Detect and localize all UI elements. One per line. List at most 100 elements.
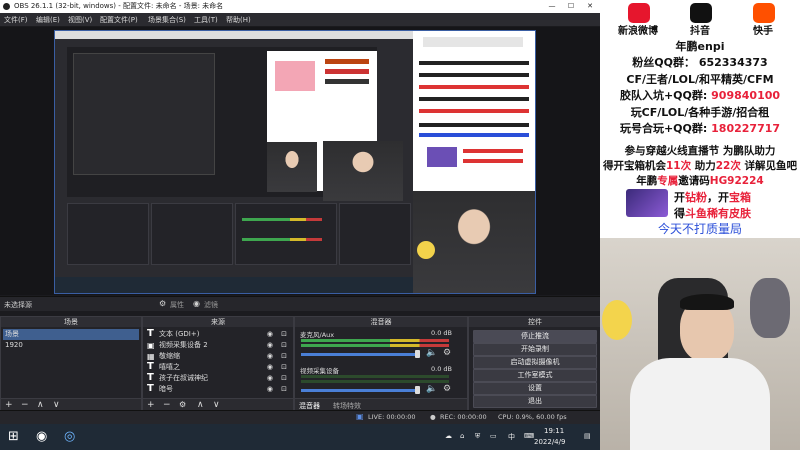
join-number: 909840100 [711,89,781,102]
eye-icon[interactable]: ◉ [267,329,273,340]
settings-button[interactable]: 设置 [473,382,597,395]
nested-webcam-feed [267,142,317,192]
text-source-icon: T [147,383,154,394]
source-item[interactable]: T 嘻嘻之 ◉ ⊡ [145,361,291,373]
notification-icon[interactable]: ▤ [584,432,591,440]
lock-icon[interactable]: ⊡ [281,340,287,351]
source-label: 孩子在叔诫神纪 [159,374,208,382]
kuaishou-label: 快手 [753,26,773,37]
nested-titlebar [55,31,413,39]
windows-start-icon[interactable]: ⊞ [8,429,19,444]
source-label: 文本 (GDI+) [159,330,200,338]
taskbar-date[interactable]: 2022/4/9 [534,438,565,446]
eye-icon[interactable]: ◉ [267,384,273,395]
nested-text-block [325,59,369,64]
ime-indicator[interactable]: 中 [508,432,515,442]
lock-icon[interactable]: ⊡ [281,329,287,340]
volume-slider[interactable] [301,353,419,356]
stop-streaming-button[interactable]: 停止推流 [473,330,597,343]
rec-time: REC: 00:00:00 [440,413,487,421]
menu-edit[interactable]: 编辑(E) [36,15,60,25]
minimize-button[interactable]: — [543,0,561,13]
source-item[interactable]: ▦ 敬缩缩 ◉ ⊡ [145,351,291,362]
source-item[interactable]: ▣ 视频采集设备 2 ◉ ⊡ [145,340,291,351]
promo-highlight: 斗鱼稀有皮肤 [685,207,751,220]
lock-icon[interactable]: ⊡ [281,384,287,395]
volume-meter [301,380,449,383]
scene-item[interactable]: 场景 [3,329,139,340]
start-recording-button[interactable]: 开始录制 [473,343,597,356]
volume-slider-handle[interactable] [415,350,420,358]
preview-canvas[interactable] [54,30,536,294]
exit-button[interactable]: 退出 [473,395,597,408]
source-item[interactable]: T 文本 (GDI+) ◉ ⊡ [145,328,291,340]
event-highlight: 11次 [665,160,692,172]
menu-view[interactable]: 视图(V) [68,15,92,25]
streamer-name: 年鹏enpi [675,40,725,53]
lock-icon[interactable]: ⊡ [281,362,287,373]
channel-name: 视频采集设备 [300,367,339,375]
studio-mode-button[interactable]: 工作室模式 [473,369,597,382]
promo-highlight: 宝箱 [729,191,751,204]
event-text: 详解见鱼吧 [740,160,798,172]
eye-icon[interactable]: ◉ [267,340,273,351]
promo-text: 得 [674,207,685,220]
mirror-logo-image [427,147,457,167]
nested-scenes-dock [67,203,149,265]
source-item[interactable]: T 暗号 ◉ ⊡ [145,383,291,395]
menu-tools[interactable]: 工具(T) [194,15,218,25]
channel-db: 0.0 dB [431,329,452,337]
source-item[interactable]: T 孩子在叔诫神纪 ◉ ⊡ [145,372,291,384]
volume-slider-handle[interactable] [415,386,420,394]
network-icon[interactable]: ▭ [490,432,497,440]
sources-dock: 来源 T 文本 (GDI+) ◉ ⊡ ▣ 视频采集设备 2 ◉ ⊡ ▦ 敬缩缩 … [142,316,294,412]
maximize-button[interactable]: ☐ [562,0,580,13]
speaker-icon[interactable]: 🔈 [426,384,437,394]
scene-item[interactable]: 1920 [3,340,139,351]
volume-meter [301,344,449,347]
event-text: 助力 [691,160,716,172]
pikachu-plush-image [417,241,435,259]
keyboard-icon[interactable]: ⌨ [524,432,534,440]
menu-scene-collection[interactable]: 场景集合(S) [148,15,186,25]
properties-button[interactable]: 属性 [170,300,184,310]
taskbar-time[interactable]: 19:11 [544,427,564,435]
nested-webcam-large [323,141,403,201]
tray-icon[interactable]: ⌂ [460,432,464,440]
menu-file[interactable]: 文件(F) [4,15,28,25]
filters-button[interactable]: 滤镜 [204,300,218,310]
controls-title: 控件 [469,317,601,327]
lock-icon[interactable]: ⊡ [281,373,287,384]
menu-profile[interactable]: 配置文件(P) [100,15,138,25]
scenes-dock: 场景 场景 1920 + − ∧ ∨ [0,316,142,412]
tray-icon[interactable]: ☁ [445,432,452,440]
live-icon: ▣ [356,412,364,421]
games-line: CF/王者/LOL/和平精英/CFM [626,73,774,86]
app-taskbar-icon[interactable]: ◎ [64,429,75,444]
volume-meter [301,375,449,378]
mirror-text-line [419,97,529,101]
gear-icon[interactable]: ⚙ [443,348,451,358]
speaker-icon[interactable]: 🔈 [426,348,437,358]
kuaishou-icon [753,3,775,23]
streamer-shirt-image [630,358,770,450]
lock-icon[interactable]: ⊡ [281,351,287,362]
text-source-icon: T [147,372,154,383]
eye-icon[interactable]: ◉ [267,362,273,373]
obs-logo-icon [3,3,10,10]
gear-icon[interactable]: ⚙ [443,384,451,394]
event-line-2: 得开宝箱机会11次 助力22次 详解见鱼吧 [600,158,800,173]
tray-icon[interactable]: ⛨ [475,432,480,441]
eye-icon[interactable]: ◉ [267,373,273,384]
eye-icon[interactable]: ◉ [267,351,273,362]
partner-prefix: 玩号合玩+QQ群: [619,122,708,135]
volume-slider[interactable] [301,389,419,392]
husky-plush-image [750,278,790,338]
close-button[interactable]: ✕ [581,0,599,13]
obs-taskbar-icon[interactable]: ◉ [36,429,47,444]
menu-help[interactable]: 帮助(H) [226,15,251,25]
weibo-label: 新浪微博 [618,26,658,37]
source-label: 敬缩缩 [159,352,180,360]
start-virtual-camera-button[interactable]: 启动虚拟摄像机 [473,356,597,369]
status-bar: ▣ LIVE: 00:00:00 ● REC: 00:00:00 CPU: 0.… [0,410,600,424]
